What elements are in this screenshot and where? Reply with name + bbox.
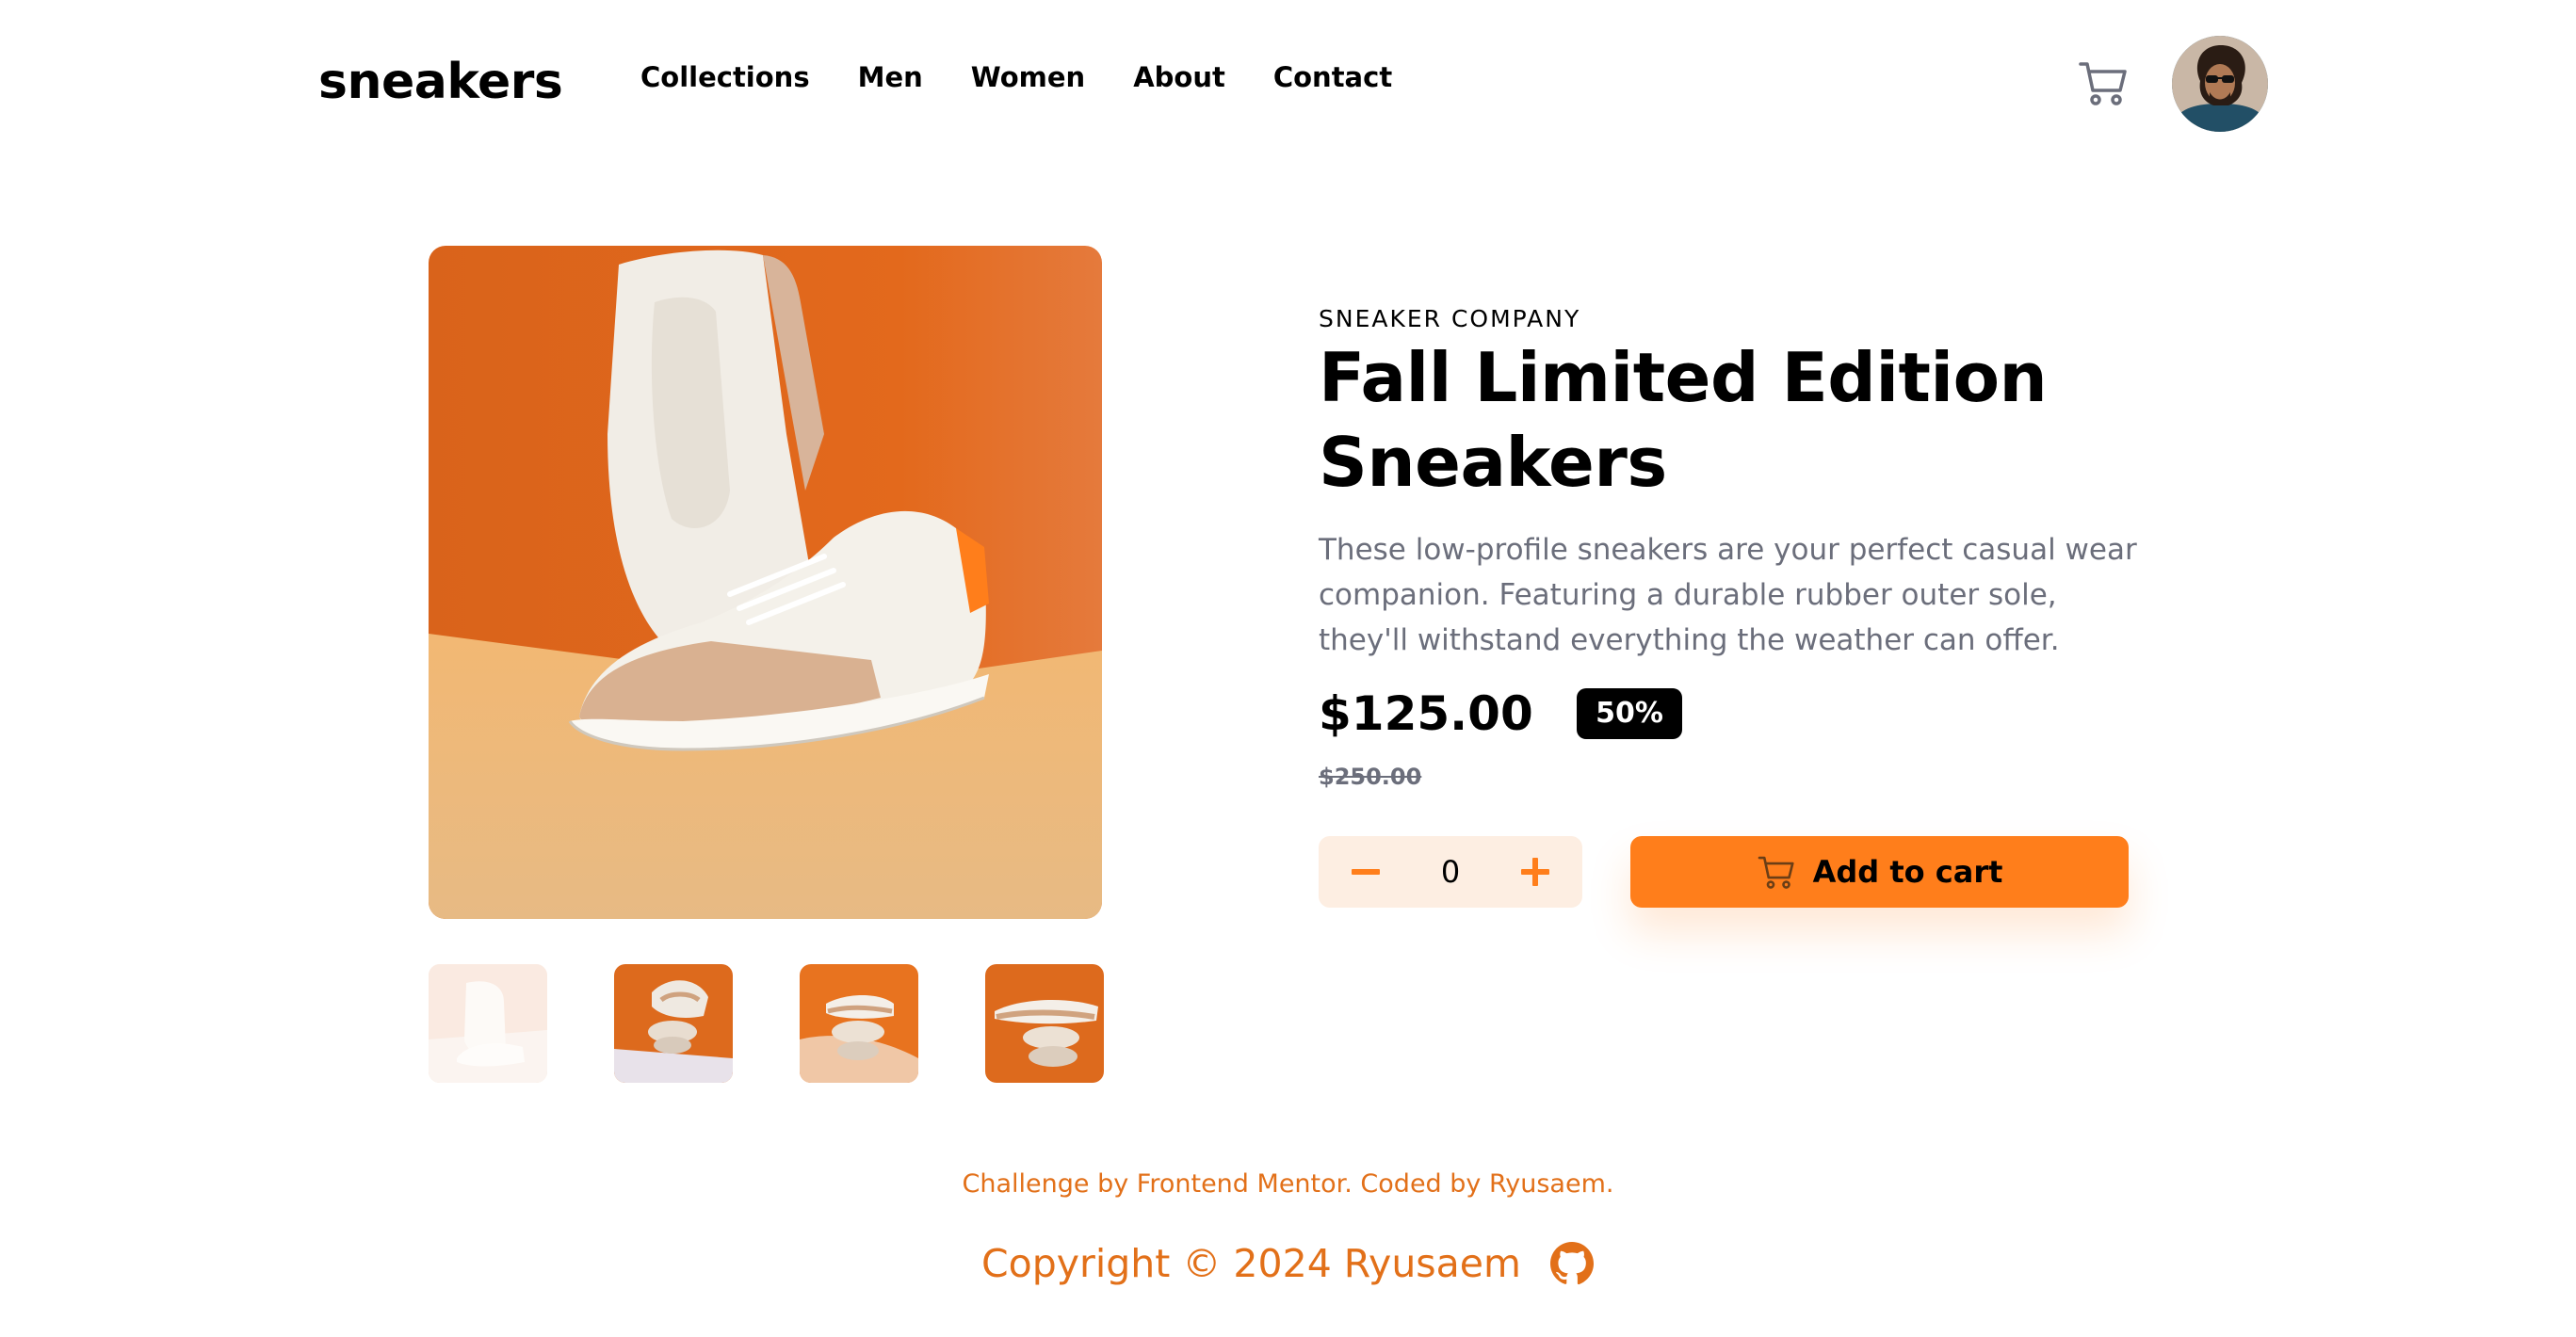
attribution-middle: . Coded by bbox=[1344, 1169, 1489, 1199]
github-icon[interactable] bbox=[1549, 1241, 1595, 1286]
user-avatar[interactable] bbox=[2172, 36, 2268, 132]
attribution: Challenge by Frontend Mentor. Coded by R… bbox=[0, 1168, 2576, 1201]
quantity-value: 0 bbox=[1440, 854, 1461, 890]
discount-badge: 50% bbox=[1577, 688, 1682, 739]
quantity-stepper: 0 bbox=[1319, 836, 1582, 908]
thumbnail-4[interactable] bbox=[985, 964, 1104, 1083]
original-price: $250.00 bbox=[1319, 764, 1422, 790]
thumbnail-1[interactable] bbox=[429, 964, 547, 1083]
nav-collections[interactable]: Collections bbox=[640, 58, 810, 96]
add-to-cart-label: Add to cart bbox=[1812, 854, 2003, 890]
cart-icon[interactable] bbox=[2077, 56, 2130, 109]
product-main-image[interactable] bbox=[429, 246, 1102, 919]
copyright-row: Copyright © 2024 Ryusaem bbox=[0, 1237, 2576, 1290]
main-nav: Collections Men Women About Contact bbox=[640, 58, 1440, 96]
product-title: Fall Limited Edition Sneakers bbox=[1319, 338, 2048, 502]
thumbnail-3[interactable] bbox=[800, 964, 918, 1083]
nav-men[interactable]: Men bbox=[858, 58, 923, 96]
copyright-text: Copyright © 2024 Ryusaem bbox=[981, 1241, 1521, 1286]
attribution-suffix: . bbox=[1605, 1169, 1614, 1199]
current-price: $125.00 bbox=[1319, 686, 1533, 741]
attribution-prefix: Challenge by bbox=[962, 1169, 1137, 1199]
minus-button[interactable] bbox=[1328, 836, 1403, 908]
plus-button[interactable] bbox=[1498, 836, 1573, 908]
nav-women[interactable]: Women bbox=[971, 58, 1085, 96]
logo[interactable]: sneakers bbox=[318, 49, 563, 115]
product-description: These low-profile sneakers are your perf… bbox=[1319, 533, 2137, 657]
add-to-cart-button[interactable]: Add to cart bbox=[1630, 836, 2129, 908]
nav-contact[interactable]: Contact bbox=[1273, 58, 1392, 96]
cart-icon bbox=[1758, 856, 1794, 889]
frontend-mentor-link[interactable]: Frontend Mentor bbox=[1137, 1169, 1344, 1199]
author-link[interactable]: Ryusaem bbox=[1489, 1169, 1606, 1199]
thumbnail-2[interactable] bbox=[614, 964, 733, 1083]
company-name: SNEAKER COMPANY bbox=[1319, 305, 1581, 332]
nav-about[interactable]: About bbox=[1133, 58, 1225, 96]
site-header: sneakers Collections Men Women About Con… bbox=[0, 0, 2576, 160]
